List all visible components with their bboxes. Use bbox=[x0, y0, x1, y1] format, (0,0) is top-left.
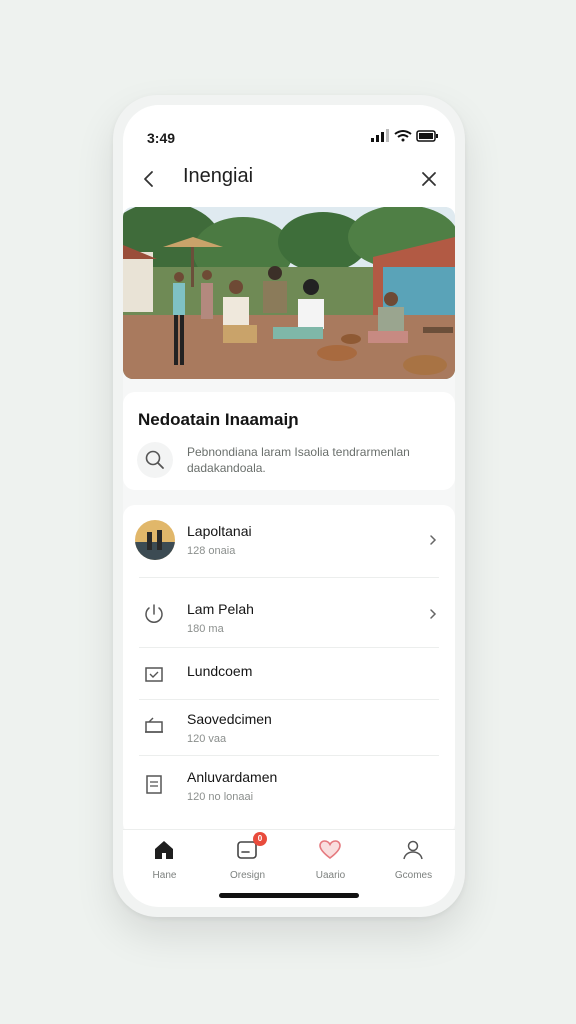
search-icon-wrap bbox=[137, 442, 173, 478]
search-box[interactable]: Pebnondiana laram Isaolia tendrarmenlan … bbox=[137, 440, 441, 480]
tab-label: Oresign bbox=[229, 870, 265, 881]
document-icon bbox=[146, 775, 162, 794]
section-title: Nedoatain Inaamaiɲ bbox=[138, 410, 299, 429]
app-screen: 3:49 Inengiai Nedoatain Inaamaiɲ Pebnond… bbox=[123, 105, 455, 907]
divider bbox=[139, 755, 439, 756]
heart-icon bbox=[319, 840, 341, 860]
item-subtitle: 120 vaa bbox=[187, 733, 227, 745]
top-area bbox=[123, 105, 455, 217]
item-title: Lapoltanai bbox=[187, 523, 252, 539]
item-title: Lundcoem bbox=[187, 663, 253, 679]
search-description: Pebnondiana laram Isaolia tendrarmenlan … bbox=[187, 445, 410, 475]
item-subtitle: 120 no lonaai bbox=[187, 791, 254, 803]
tab-label: Hane bbox=[152, 870, 177, 881]
status-icons bbox=[371, 129, 438, 142]
tab-home[interactable]: Hane bbox=[123, 838, 206, 888]
status-time: 3:49 bbox=[147, 130, 176, 146]
laptop-icon bbox=[145, 717, 163, 733]
phone-frame: 3:49 Inengiai Nedoatain Inaamaiɲ Pebnond… bbox=[113, 95, 465, 917]
search-card: Nedoatain Inaamaiɲ Pebnondiana laram Isa… bbox=[123, 392, 455, 490]
options-list: Lapoltanai 128 onaia Lam Pelah 180 ma Lu… bbox=[123, 505, 455, 835]
hero-photo bbox=[123, 207, 455, 379]
divider bbox=[139, 577, 439, 578]
list-item-anluvardamen[interactable]: Anluvardamen 120 no lonaai bbox=[123, 761, 455, 817]
list-item-lundcoem[interactable]: Lundcoem bbox=[123, 655, 455, 699]
divider bbox=[139, 647, 439, 648]
power-icon bbox=[145, 604, 163, 623]
close-icon[interactable] bbox=[417, 167, 441, 191]
avatar-thumbnail bbox=[135, 520, 175, 560]
tab-gcomes[interactable]: Gcomes bbox=[372, 838, 455, 888]
chevron-right-icon bbox=[430, 609, 437, 619]
item-title: Anluvardamen bbox=[187, 769, 278, 785]
list-item-lapoltanai[interactable]: Lapoltanai 128 onaia bbox=[123, 505, 455, 575]
tab-label: Gcomes bbox=[394, 870, 433, 881]
tab-label: Uaario bbox=[315, 870, 346, 881]
home-icon bbox=[155, 841, 173, 859]
tab-uaario[interactable]: Uaario bbox=[289, 838, 372, 888]
back-icon[interactable] bbox=[137, 167, 161, 191]
page-title: Inengiai bbox=[183, 165, 254, 187]
notification-badge: 0 bbox=[253, 832, 267, 846]
list-item-lam-pelah[interactable]: Lam Pelah 180 ma bbox=[123, 591, 455, 647]
item-title: Saovedcimen bbox=[187, 711, 272, 727]
item-subtitle: 180 ma bbox=[187, 623, 224, 635]
home-indicator bbox=[219, 893, 359, 898]
battery-icon bbox=[416, 130, 438, 142]
tab-oresign[interactable]: 0 Oresign bbox=[206, 832, 289, 888]
wifi-icon bbox=[394, 130, 412, 142]
item-subtitle: 128 onaia bbox=[187, 545, 236, 557]
profile-icon bbox=[403, 840, 423, 860]
check-box-icon bbox=[145, 667, 163, 682]
chevron-right-icon bbox=[430, 535, 437, 545]
search-icon bbox=[145, 450, 164, 469]
divider bbox=[139, 699, 439, 700]
signal-icon bbox=[371, 129, 389, 142]
list-item-saovedcimen[interactable]: Saovedcimen 120 vaa bbox=[123, 703, 455, 757]
item-title: Lam Pelah bbox=[187, 601, 254, 617]
